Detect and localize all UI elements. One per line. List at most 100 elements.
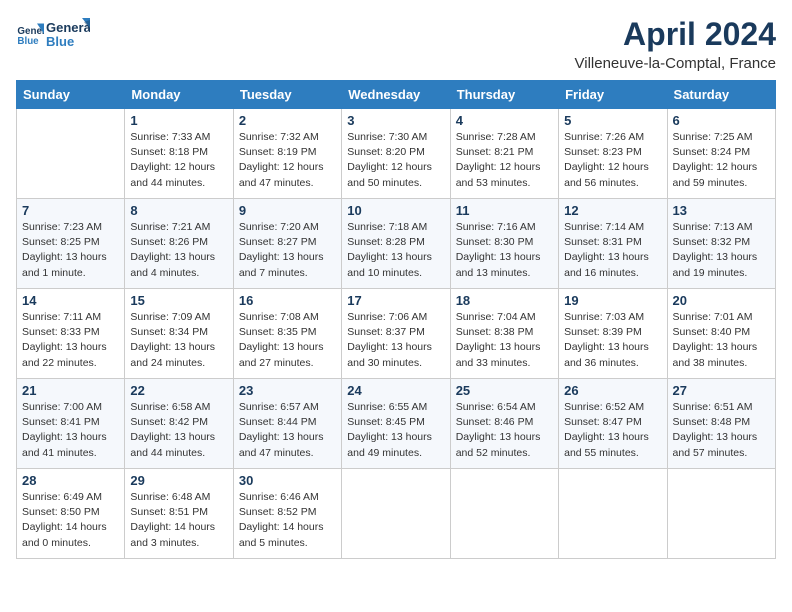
day-info: Sunrise: 6:46 AM Sunset: 8:52 PM Dayligh… <box>239 490 336 551</box>
calendar-cell: 21 Sunrise: 7:00 AM Sunset: 8:41 PM Dayli… <box>17 379 125 469</box>
day-number: 26 <box>564 383 661 398</box>
week-row-2: 7 Sunrise: 7:23 AM Sunset: 8:25 PM Daylig… <box>17 199 776 289</box>
calendar-cell: 16 Sunrise: 7:08 AM Sunset: 8:35 PM Dayli… <box>233 289 341 379</box>
title-block: April 2024 Villeneuve-la-Comptal, France <box>575 16 776 72</box>
day-info: Sunrise: 7:18 AM Sunset: 8:28 PM Dayligh… <box>347 220 444 281</box>
day-number: 9 <box>239 203 336 218</box>
day-info: Sunrise: 7:32 AM Sunset: 8:19 PM Dayligh… <box>239 130 336 191</box>
calendar-cell: 5 Sunrise: 7:26 AM Sunset: 8:23 PM Daylig… <box>559 109 667 199</box>
calendar-cell: 8Sunrise: 7:21 AM Sunset: 8:26 PM Daylig… <box>125 199 233 289</box>
day-number: 28 <box>22 473 119 488</box>
day-number: 4 <box>456 113 553 128</box>
day-info: Sunrise: 7:09 AM Sunset: 8:34 PM Dayligh… <box>130 310 227 371</box>
calendar-cell: 3 Sunrise: 7:30 AM Sunset: 8:20 PM Daylig… <box>342 109 450 199</box>
day-number: 30 <box>239 473 336 488</box>
day-number: 2 <box>239 113 336 128</box>
location-label: Villeneuve-la-Comptal, France <box>575 55 776 72</box>
calendar-cell: 1Sunrise: 7:33 AM Sunset: 8:18 PM Daylig… <box>125 109 233 199</box>
day-info: Sunrise: 6:51 AM Sunset: 8:48 PM Dayligh… <box>673 400 770 461</box>
day-info: Sunrise: 7:21 AM Sunset: 8:26 PM Dayligh… <box>130 220 227 281</box>
day-number: 21 <box>22 383 119 398</box>
month-title: April 2024 <box>575 16 776 53</box>
day-info: Sunrise: 7:16 AM Sunset: 8:30 PM Dayligh… <box>456 220 553 281</box>
day-info: Sunrise: 7:08 AM Sunset: 8:35 PM Dayligh… <box>239 310 336 371</box>
day-info: Sunrise: 7:03 AM Sunset: 8:39 PM Dayligh… <box>564 310 661 371</box>
calendar-cell: 30 Sunrise: 6:46 AM Sunset: 8:52 PM Dayli… <box>233 469 341 559</box>
day-number: 17 <box>347 293 444 308</box>
svg-text:General: General <box>46 20 90 35</box>
week-row-3: 14 Sunrise: 7:11 AM Sunset: 8:33 PM Dayli… <box>17 289 776 379</box>
day-number: 20 <box>673 293 770 308</box>
calendar-cell: 14 Sunrise: 7:11 AM Sunset: 8:33 PM Dayli… <box>17 289 125 379</box>
day-info: Sunrise: 6:54 AM Sunset: 8:46 PM Dayligh… <box>456 400 553 461</box>
day-number: 10 <box>347 203 444 218</box>
day-number: 12 <box>564 203 661 218</box>
calendar-cell: 26 Sunrise: 6:52 AM Sunset: 8:47 PM Dayli… <box>559 379 667 469</box>
day-info: Sunrise: 7:13 AM Sunset: 8:32 PM Dayligh… <box>673 220 770 281</box>
day-number: 18 <box>456 293 553 308</box>
day-info: Sunrise: 7:26 AM Sunset: 8:23 PM Dayligh… <box>564 130 661 191</box>
column-header-thursday: Thursday <box>450 81 558 109</box>
calendar-cell: 4 Sunrise: 7:28 AM Sunset: 8:21 PM Daylig… <box>450 109 558 199</box>
logo-bird-icon: General Blue <box>46 16 90 52</box>
day-info: Sunrise: 7:28 AM Sunset: 8:21 PM Dayligh… <box>456 130 553 191</box>
column-header-tuesday: Tuesday <box>233 81 341 109</box>
day-number: 27 <box>673 383 770 398</box>
day-number: 14 <box>22 293 119 308</box>
calendar-cell: 23 Sunrise: 6:57 AM Sunset: 8:44 PM Dayli… <box>233 379 341 469</box>
calendar-cell: 22 Sunrise: 6:58 AM Sunset: 8:42 PM Dayli… <box>125 379 233 469</box>
day-number: 11 <box>456 203 553 218</box>
calendar-cell: 25Sunrise: 6:54 AM Sunset: 8:46 PM Dayli… <box>450 379 558 469</box>
calendar-cell: 17Sunrise: 7:06 AM Sunset: 8:37 PM Dayli… <box>342 289 450 379</box>
day-number: 3 <box>347 113 444 128</box>
week-row-5: 28 Sunrise: 6:49 AM Sunset: 8:50 PM Dayli… <box>17 469 776 559</box>
day-info: Sunrise: 6:58 AM Sunset: 8:42 PM Dayligh… <box>130 400 227 461</box>
day-number: 15 <box>130 293 227 308</box>
column-header-sunday: Sunday <box>17 81 125 109</box>
day-info: Sunrise: 7:33 AM Sunset: 8:18 PM Dayligh… <box>130 130 227 191</box>
calendar-cell <box>450 469 558 559</box>
day-number: 16 <box>239 293 336 308</box>
week-row-4: 21 Sunrise: 7:00 AM Sunset: 8:41 PM Dayli… <box>17 379 776 469</box>
calendar-cell: 24Sunrise: 6:55 AM Sunset: 8:45 PM Dayli… <box>342 379 450 469</box>
day-number: 23 <box>239 383 336 398</box>
calendar-cell <box>342 469 450 559</box>
page-header: General Blue General Blue April 2024 Vil… <box>16 16 776 72</box>
calendar-cell: 18 Sunrise: 7:04 AM Sunset: 8:38 PM Dayli… <box>450 289 558 379</box>
day-number: 5 <box>564 113 661 128</box>
day-info: Sunrise: 7:20 AM Sunset: 8:27 PM Dayligh… <box>239 220 336 281</box>
column-header-saturday: Saturday <box>667 81 775 109</box>
day-number: 7 <box>22 203 119 218</box>
logo: General Blue General Blue <box>16 16 90 52</box>
calendar-cell: 6Sunrise: 7:25 AM Sunset: 8:24 PM Daylig… <box>667 109 775 199</box>
day-info: Sunrise: 7:01 AM Sunset: 8:40 PM Dayligh… <box>673 310 770 371</box>
calendar-table: SundayMondayTuesdayWednesdayThursdayFrid… <box>16 80 776 559</box>
day-info: Sunrise: 6:57 AM Sunset: 8:44 PM Dayligh… <box>239 400 336 461</box>
day-info: Sunrise: 7:23 AM Sunset: 8:25 PM Dayligh… <box>22 220 119 281</box>
day-number: 19 <box>564 293 661 308</box>
calendar-cell <box>559 469 667 559</box>
day-info: Sunrise: 7:00 AM Sunset: 8:41 PM Dayligh… <box>22 400 119 461</box>
day-info: Sunrise: 7:11 AM Sunset: 8:33 PM Dayligh… <box>22 310 119 371</box>
logo-icon: General Blue <box>16 20 44 48</box>
calendar-cell: 10 Sunrise: 7:18 AM Sunset: 8:28 PM Dayli… <box>342 199 450 289</box>
svg-text:Blue: Blue <box>46 34 74 49</box>
column-header-monday: Monday <box>125 81 233 109</box>
calendar-cell: 19 Sunrise: 7:03 AM Sunset: 8:39 PM Dayli… <box>559 289 667 379</box>
calendar-header-row: SundayMondayTuesdayWednesdayThursdayFrid… <box>17 81 776 109</box>
calendar-cell: 7 Sunrise: 7:23 AM Sunset: 8:25 PM Daylig… <box>17 199 125 289</box>
column-header-friday: Friday <box>559 81 667 109</box>
day-info: Sunrise: 6:52 AM Sunset: 8:47 PM Dayligh… <box>564 400 661 461</box>
day-number: 22 <box>130 383 227 398</box>
day-info: Sunrise: 6:55 AM Sunset: 8:45 PM Dayligh… <box>347 400 444 461</box>
day-info: Sunrise: 6:48 AM Sunset: 8:51 PM Dayligh… <box>130 490 227 551</box>
day-info: Sunrise: 7:14 AM Sunset: 8:31 PM Dayligh… <box>564 220 661 281</box>
column-header-wednesday: Wednesday <box>342 81 450 109</box>
day-info: Sunrise: 6:49 AM Sunset: 8:50 PM Dayligh… <box>22 490 119 551</box>
calendar-cell: 9 Sunrise: 7:20 AM Sunset: 8:27 PM Daylig… <box>233 199 341 289</box>
calendar-cell: 28 Sunrise: 6:49 AM Sunset: 8:50 PM Dayli… <box>17 469 125 559</box>
day-info: Sunrise: 7:30 AM Sunset: 8:20 PM Dayligh… <box>347 130 444 191</box>
week-row-1: 1Sunrise: 7:33 AM Sunset: 8:18 PM Daylig… <box>17 109 776 199</box>
calendar-cell: 29Sunrise: 6:48 AM Sunset: 8:51 PM Dayli… <box>125 469 233 559</box>
day-info: Sunrise: 7:04 AM Sunset: 8:38 PM Dayligh… <box>456 310 553 371</box>
